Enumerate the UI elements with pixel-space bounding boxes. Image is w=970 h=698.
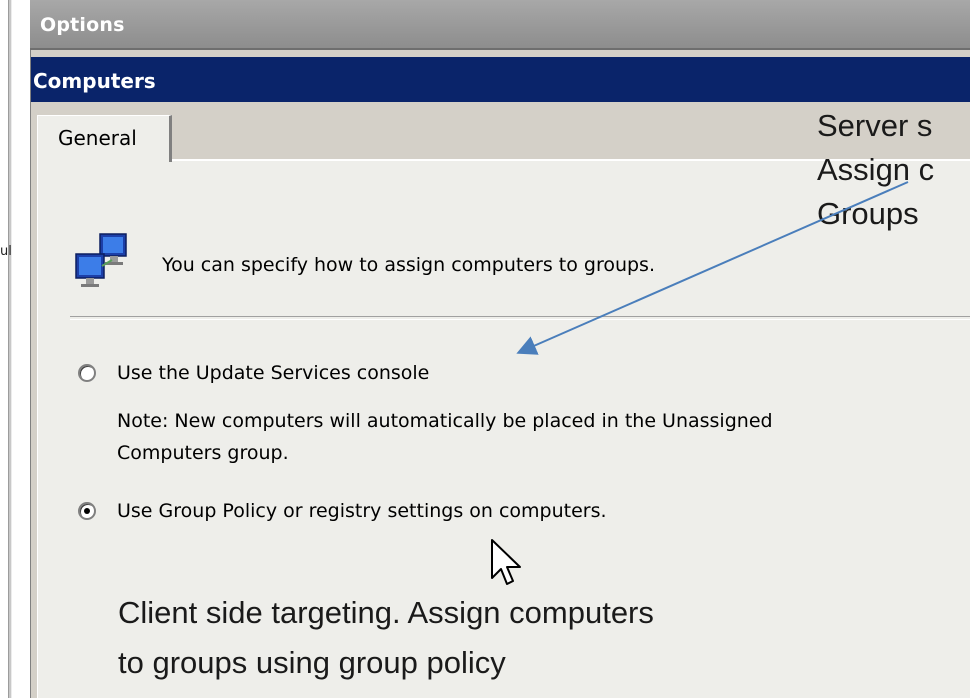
mouse-pointer-icon xyxy=(491,539,521,585)
intro-text: You can specify how to assign computers … xyxy=(162,254,655,276)
unassigned-note-line2: Computers group. xyxy=(117,442,289,464)
client-side-annotation-line1: Client side targeting. Assign computers xyxy=(118,595,654,630)
tab-general-label: General xyxy=(58,126,137,150)
separator-line xyxy=(70,316,970,320)
server-side-annotation-line1: Server s xyxy=(817,108,933,143)
unassigned-note: Note: New computers will automatically b… xyxy=(117,405,957,469)
server-side-annotation: Server s Assign c Groups xyxy=(817,104,934,236)
background-text-fragment: ul xyxy=(0,244,12,259)
client-side-annotation-line2: to groups using group policy xyxy=(118,645,506,680)
group-policy-radio[interactable] xyxy=(78,502,96,520)
client-side-annotation: Client side targeting. Assign computers … xyxy=(118,588,654,688)
update-services-console-label[interactable]: Use the Update Services console xyxy=(117,362,429,384)
server-side-annotation-line2: Assign c xyxy=(817,152,935,187)
update-services-console-radio[interactable] xyxy=(78,364,96,382)
options-header-label: Options xyxy=(40,14,125,36)
computers-icon xyxy=(75,233,127,287)
radio-selected-dot xyxy=(84,508,90,514)
tab-general[interactable]: General xyxy=(37,115,172,162)
dialog-title: Computers xyxy=(33,69,156,93)
dialog-title-bar[interactable]: Computers xyxy=(31,57,970,102)
background-window-edge xyxy=(0,0,30,698)
unassigned-note-line1: Note: New computers will automatically b… xyxy=(117,410,773,432)
server-side-annotation-line3: Groups xyxy=(817,196,919,231)
options-header-bar: Options xyxy=(30,0,970,50)
group-policy-label[interactable]: Use Group Policy or registry settings on… xyxy=(117,500,607,522)
background-window-border xyxy=(8,0,12,698)
